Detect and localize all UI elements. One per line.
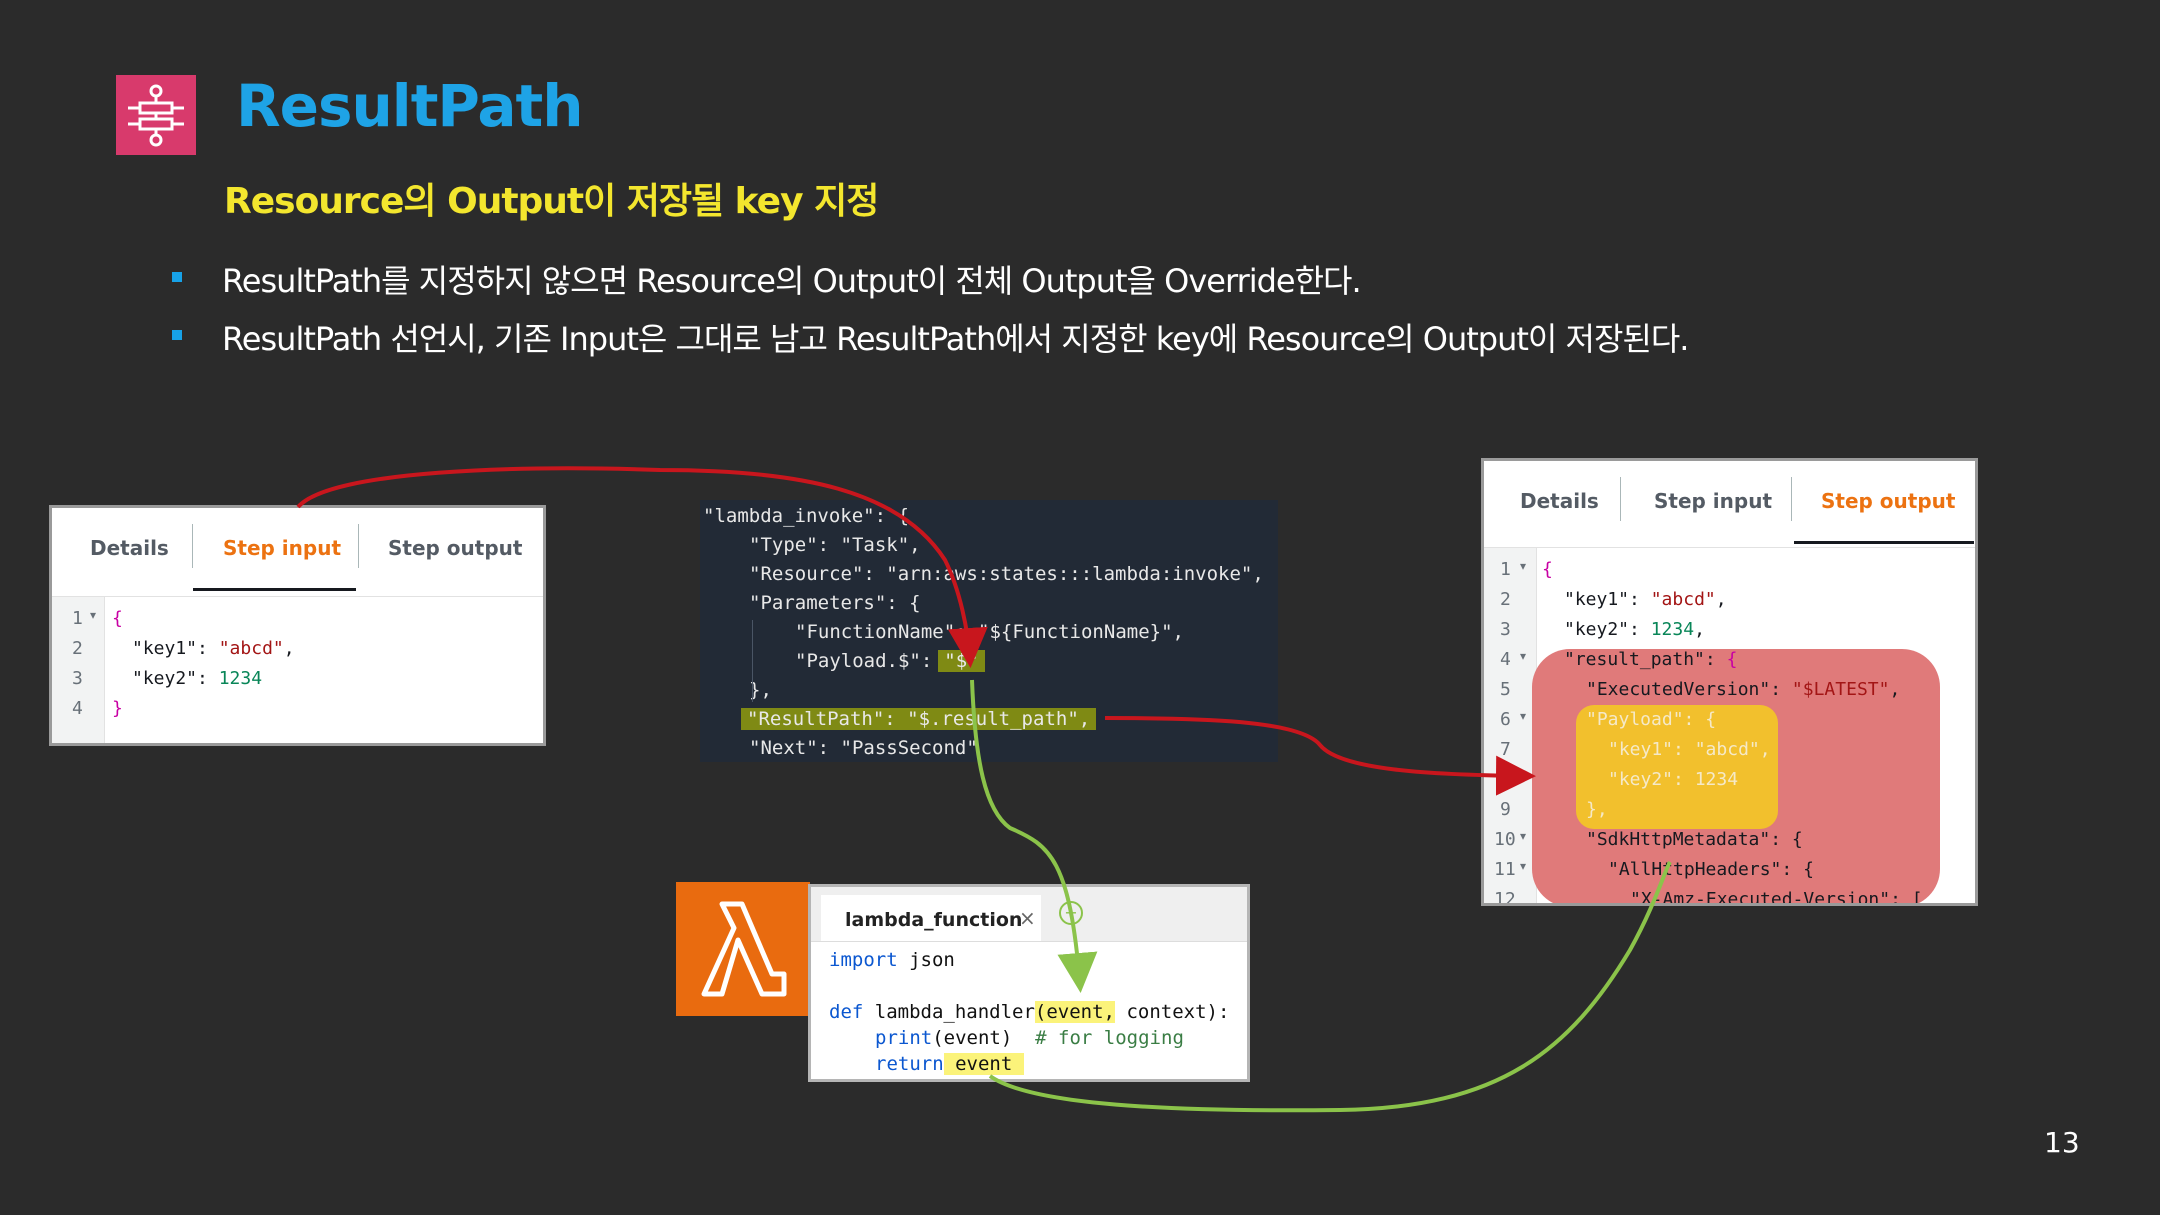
arrow-input-to-payload [296, 466, 988, 668]
page-number: 13 [2044, 1126, 2080, 1159]
arrow-return-to-output [988, 860, 1672, 1113]
arrow-resultpath-to-output [1104, 716, 1536, 796]
arrow-payload-to-lambda [970, 679, 1098, 993]
flow-arrows [296, 466, 1672, 1113]
